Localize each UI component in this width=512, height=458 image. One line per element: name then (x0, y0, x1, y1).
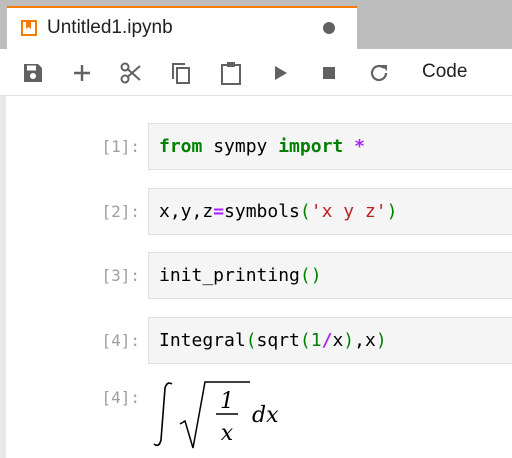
notebook-tab[interactable]: Untitled1.ipynb (7, 6, 357, 49)
fraction-denominator: x (221, 421, 234, 446)
code-token: symbols (224, 201, 300, 222)
math-output: 1 x dx (150, 378, 350, 456)
cut-icon (120, 62, 141, 84)
code-text: init_printing() (159, 265, 322, 287)
code-cell-input[interactable]: x,y,z=symbols('x y z') (148, 188, 512, 235)
code-text: x,y,z=symbols('x y z') (159, 201, 397, 223)
code-token: x,y,z (159, 201, 214, 222)
notebook-toolbar: Code (0, 49, 512, 96)
cell-prompt: [2]: (101, 202, 140, 221)
code-token: = (213, 201, 225, 222)
stop-icon (323, 67, 335, 79)
code-token: ( (245, 330, 257, 351)
run-icon (275, 66, 287, 80)
code-token: ( (299, 201, 311, 222)
restart-button[interactable] (366, 60, 392, 86)
code-token: init_printing (159, 265, 300, 286)
output-prompt: [4]: (101, 388, 140, 407)
add-icon (74, 65, 90, 81)
code-token: sqrt (256, 330, 300, 351)
code-token: ,x (354, 330, 376, 351)
run-button[interactable] (268, 60, 294, 86)
code-token: ) (375, 330, 387, 351)
code-token: () (299, 265, 322, 286)
save-button[interactable] (20, 60, 46, 86)
code-token: / (321, 330, 333, 351)
code-token: sympy (202, 136, 279, 157)
cut-button[interactable] (118, 60, 144, 86)
copy-button[interactable] (168, 60, 194, 86)
cell-type-selector[interactable]: Code (422, 61, 467, 83)
code-cell-input[interactable]: from sympy import * (148, 123, 512, 170)
integral-sign (153, 382, 173, 447)
notebook-icon (21, 20, 37, 36)
code-token: ) (343, 330, 355, 351)
tab-title: Untitled1.ipynb (47, 17, 173, 38)
sqrt-sign (179, 381, 250, 449)
code-token: x (332, 330, 344, 351)
code-text: from sympy import * (159, 136, 365, 158)
save-icon (24, 64, 42, 82)
code-token: ( (299, 330, 311, 351)
code-text: Integral(sqrt(1/x),x) (159, 330, 387, 352)
paste-icon (221, 62, 241, 85)
restart-icon (370, 64, 388, 82)
cell-prompt: [4]: (101, 331, 140, 350)
unsaved-indicator-icon[interactable] (323, 22, 335, 34)
code-token: Integral (159, 330, 246, 351)
tab-bar: Untitled1.ipynb (0, 0, 512, 49)
cell-prompt: [3]: (101, 266, 140, 285)
stop-button[interactable] (316, 60, 342, 86)
code-cell-input[interactable]: init_printing() (148, 252, 512, 299)
code-token: 1 (310, 330, 322, 351)
code-token: ) (386, 201, 398, 222)
fraction-numerator: 1 (220, 389, 234, 414)
left-gutter (0, 96, 6, 458)
cell-prompt: [1]: (101, 137, 140, 156)
differential-text: dx (252, 403, 279, 428)
code-cell-input[interactable]: Integral(sqrt(1/x),x) (148, 317, 512, 364)
add-cell-button[interactable] (69, 60, 95, 86)
code-token: import (278, 136, 344, 157)
paste-button[interactable] (218, 60, 244, 86)
code-token: 'x y z' (310, 201, 387, 222)
code-token: from (159, 136, 203, 157)
copy-icon (172, 63, 190, 84)
code-token: * (354, 136, 365, 157)
